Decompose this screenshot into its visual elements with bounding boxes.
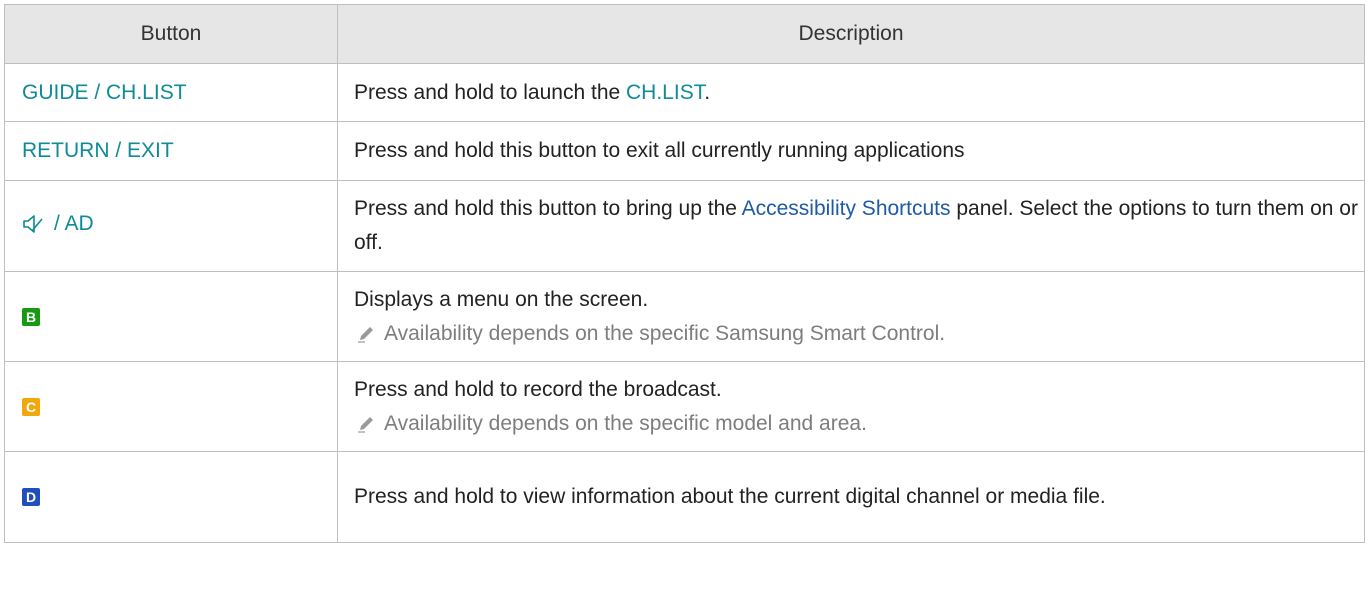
- button-name-d: D: [4, 451, 338, 543]
- c-key-icon: C: [22, 397, 40, 416]
- ch-list-link[interactable]: CH.LIST: [626, 81, 704, 104]
- button-name-guide-chlist: GUIDE / CH.LIST: [4, 63, 338, 122]
- audio-description-icon: [23, 215, 43, 233]
- table-row: B Displays a menu on the screen. Availab…: [4, 271, 1365, 362]
- description-cell: Press and hold to launch the CH.LIST.: [337, 63, 1365, 122]
- d-key-icon: D: [22, 488, 40, 507]
- table-row: C Press and hold to record the broadcast…: [4, 361, 1365, 452]
- button-name-ad: / AD: [4, 180, 338, 272]
- description-text-end: .: [704, 80, 711, 104]
- description-cell: Press and hold to record the broadcast. …: [337, 361, 1365, 452]
- table-row: D Press and hold to view information abo…: [4, 451, 1365, 543]
- button-name-b: B: [4, 271, 338, 362]
- table-row: / AD Press and hold this button to bring…: [4, 180, 1365, 272]
- description-cell: Press and hold this button to bring up t…: [337, 180, 1365, 272]
- description-text: Press and hold this button to bring up t…: [354, 197, 742, 220]
- description-text: Displays a menu on the screen.: [354, 287, 649, 311]
- table-row: GUIDE / CH.LIST Press and hold to launch…: [4, 63, 1365, 122]
- column-header-button: Button: [4, 4, 338, 64]
- description-text: Press and hold to launch the: [354, 80, 627, 104]
- availability-note: Availability depends on the specific mod…: [354, 407, 1364, 441]
- b-key-icon: B: [22, 307, 40, 326]
- pencil-note-icon: [358, 326, 373, 343]
- table-row: RETURN / EXIT Press and hold this button…: [4, 121, 1365, 181]
- note-text: Availability depends on the specific Sam…: [384, 321, 946, 345]
- column-header-description: Description: [337, 4, 1365, 64]
- pencil-note-icon: [358, 416, 373, 433]
- description-cell: Press and hold this button to exit all c…: [337, 121, 1365, 181]
- description-cell: Press and hold to view information about…: [337, 451, 1365, 543]
- button-name-return-exit: RETURN / EXIT: [4, 121, 338, 181]
- button-name-c: C: [4, 361, 338, 452]
- button-reference-table: Button Description GUIDE / CH.LIST Press…: [4, 4, 1365, 543]
- table-header-row: Button Description: [4, 4, 1365, 64]
- note-text: Availability depends on the specific mod…: [384, 411, 867, 435]
- description-cell: Displays a menu on the screen. Availabil…: [337, 271, 1365, 362]
- description-text: Press and hold to view information about…: [354, 485, 1106, 508]
- description-text: Press and hold this button to exit all c…: [354, 139, 965, 162]
- description-text: Press and hold to record the broadcast.: [354, 377, 722, 401]
- accessibility-shortcuts-link[interactable]: Accessibility Shortcuts: [742, 197, 951, 220]
- availability-note: Availability depends on the specific Sam…: [354, 317, 1364, 351]
- ad-label-text: / AD: [54, 212, 94, 235]
- ad-button-label: / AD: [22, 207, 94, 241]
